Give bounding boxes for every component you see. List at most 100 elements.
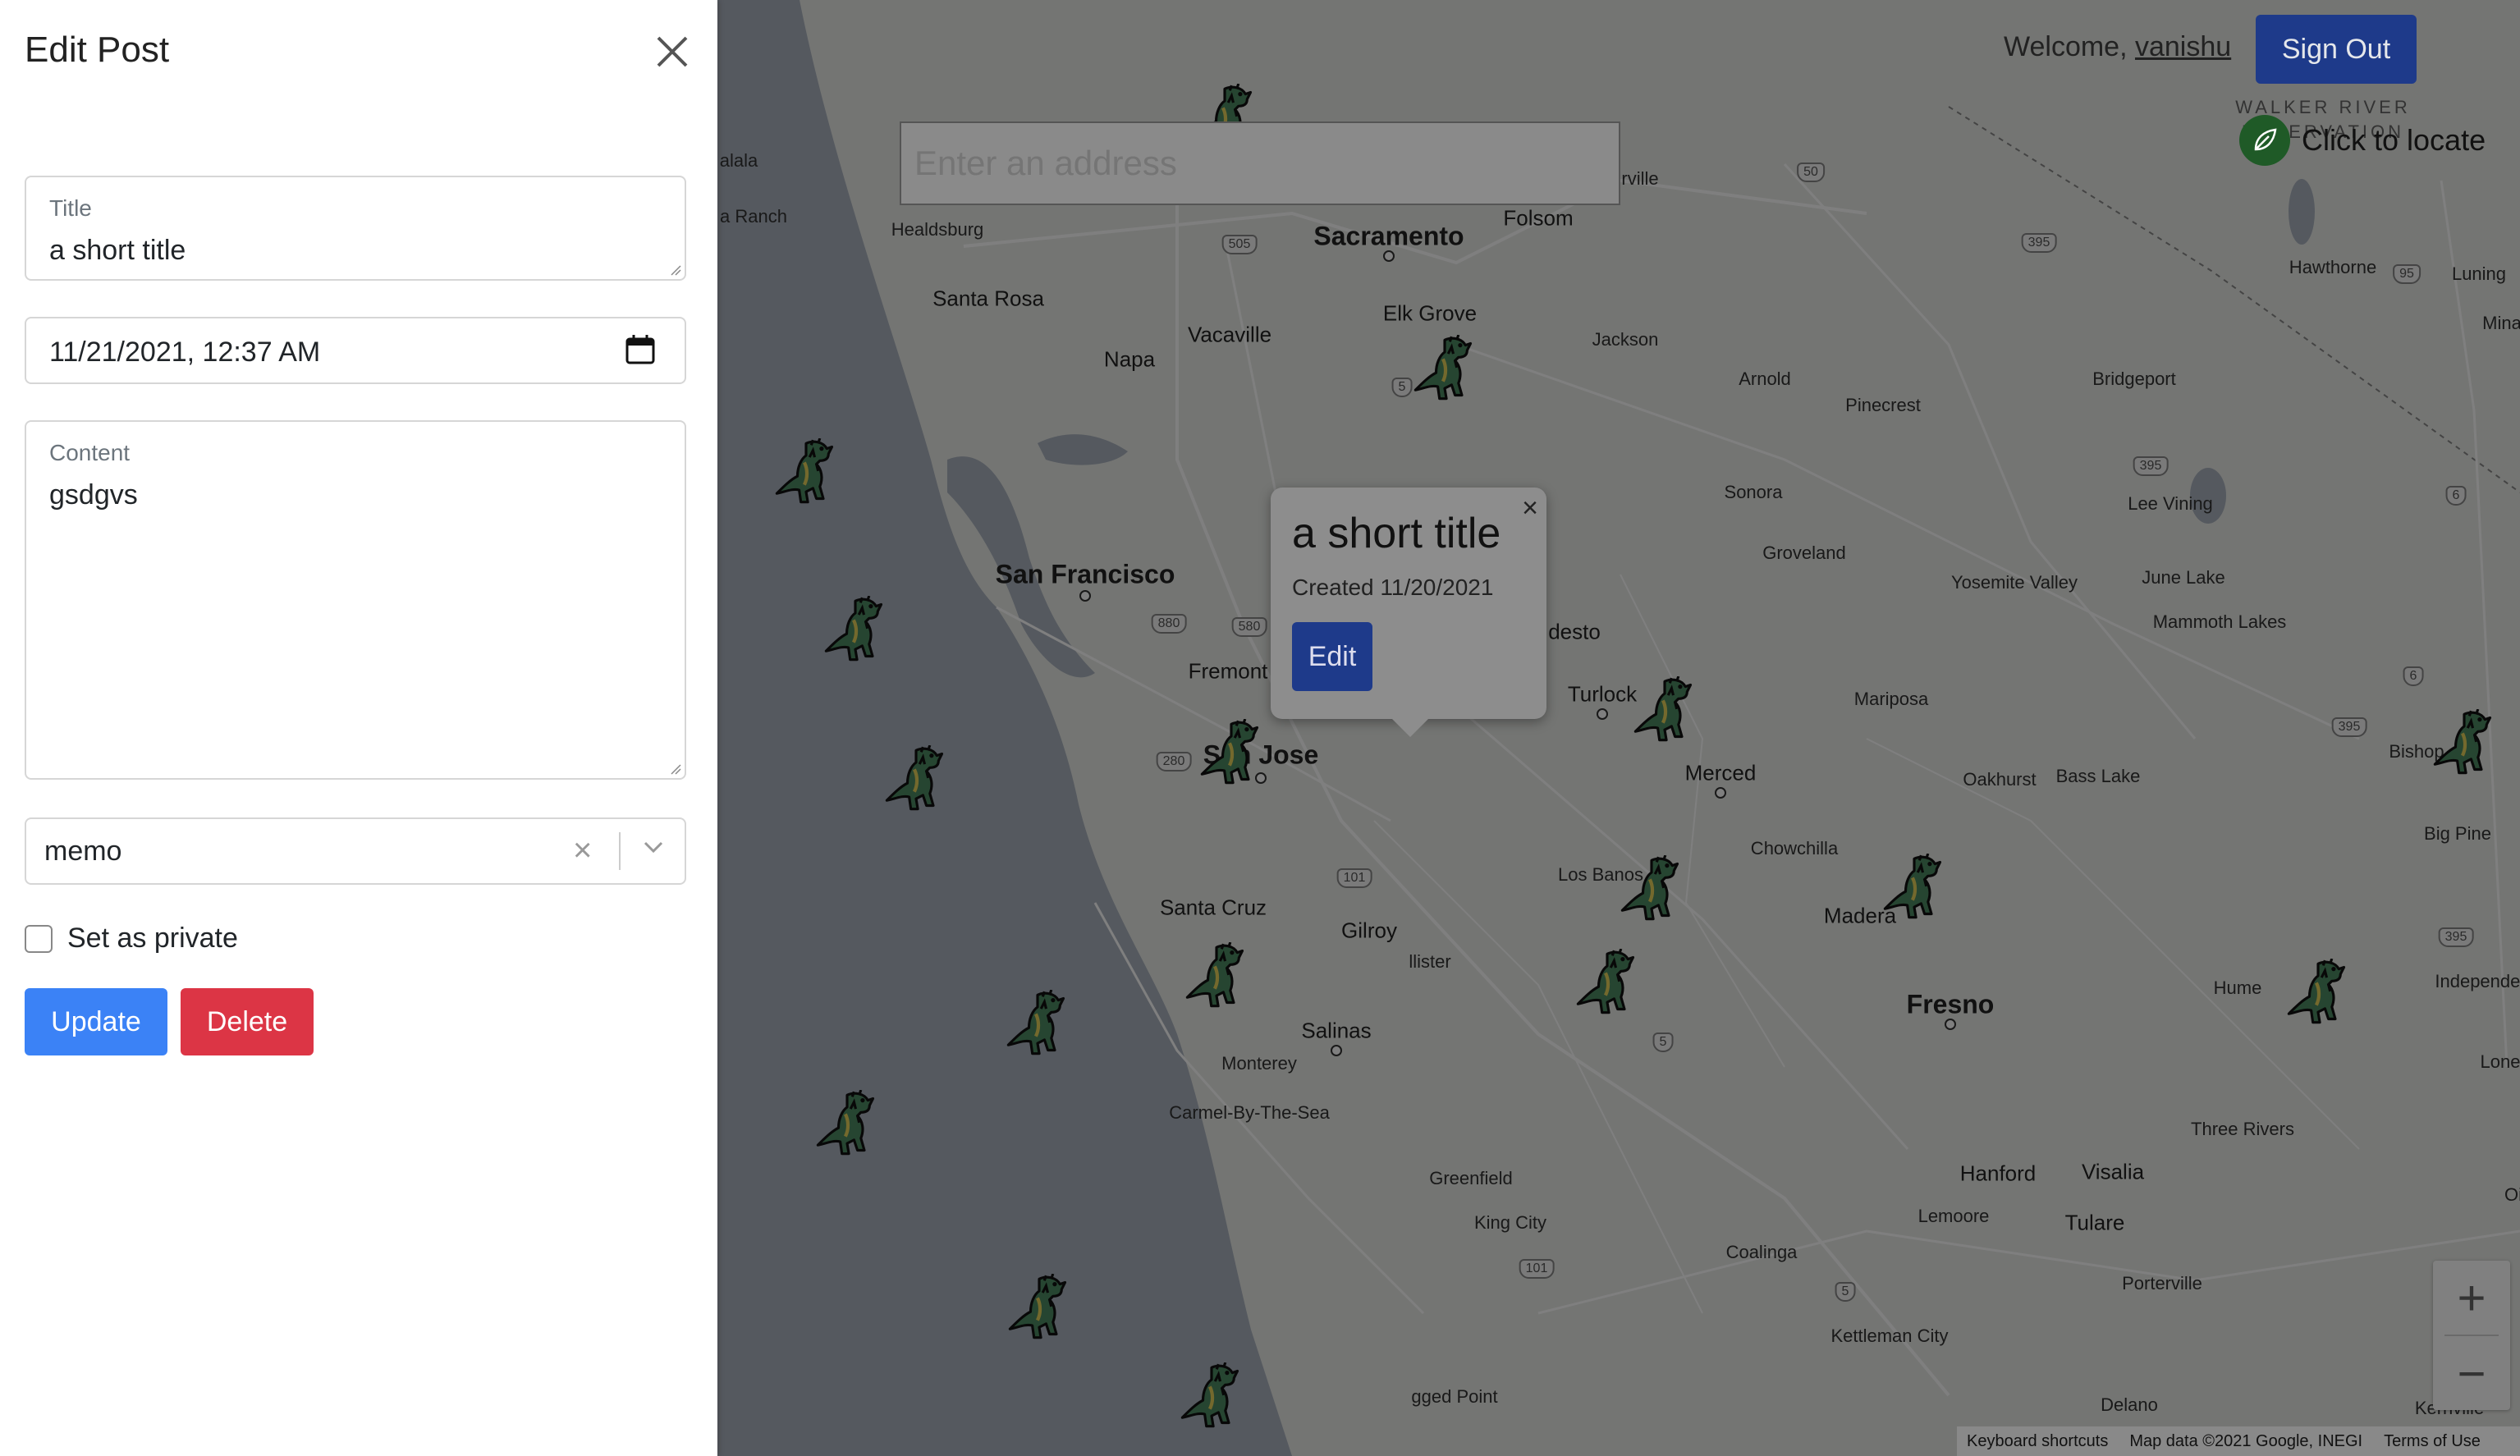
city-dot [1383,250,1395,262]
city-label: Kettleman City [1830,1326,1949,1346]
city-label: Yosemite Valley [1950,572,2078,593]
route-shield: 5 [1391,378,1413,397]
dino-marker[interactable] [772,438,841,507]
city-label: Lee Vining [2128,493,2213,514]
zoom-in-button[interactable]: + [2433,1261,2510,1335]
city-label: Santa Rosa [932,286,1044,311]
post-popup: × a short title Created 11/20/2021 Edit [1271,488,1546,737]
dino-marker[interactable] [1197,719,1266,788]
calendar-icon[interactable] [624,333,657,366]
resize-handle-icon[interactable] [670,264,681,276]
chevron-down-icon[interactable] [637,831,670,863]
locate-control[interactable]: Click to locate [2239,115,2486,166]
city-label: Elk Grove [1382,300,1478,326]
dino-marker[interactable] [1573,949,1642,1018]
city-dot [1331,1045,1342,1056]
dino-marker[interactable] [1177,1362,1246,1431]
city-label: Three Rivers [2191,1119,2294,1139]
update-button[interactable]: Update [25,988,167,1055]
city-label: Fresno [1906,989,1995,1019]
address-search-input[interactable] [900,121,1620,205]
city-label: Sonora [1724,482,1783,502]
city-label: Mammoth Lakes [2152,611,2287,632]
city-label: Pinecrest [1845,395,1921,415]
city-label: Visalia [2081,1159,2145,1184]
city-label: alala [719,150,758,171]
city-label: Mina [2482,313,2520,333]
city-dot [1945,1019,1956,1030]
route-shield: 580 [1231,617,1267,637]
dino-marker[interactable] [1617,855,1686,924]
city-label: Monterey [1221,1053,1297,1074]
zoom-control: + − [2433,1261,2510,1410]
popup-close-button[interactable]: × [1522,492,1538,524]
city-dot [1715,787,1726,799]
private-checkbox[interactable] [25,924,53,953]
city-label: a Ranch [720,206,787,227]
route-shield: 395 [2331,717,2367,737]
content-field[interactable]: Content gsdgvs [25,420,686,780]
city-label: Bridgeport [2092,369,2176,389]
dino-marker[interactable] [1630,676,1699,745]
zoom-out-button[interactable]: − [2433,1336,2510,1410]
city-label: Merced [1684,760,1757,785]
private-label: Set as private [67,923,238,954]
delete-button[interactable]: Delete [181,988,314,1055]
dino-marker[interactable] [882,745,951,814]
city-label: Chowchilla [1750,838,1839,858]
dino-marker[interactable] [1005,1274,1074,1343]
dino-marker[interactable] [1003,990,1072,1059]
keyboard-shortcuts-link[interactable]: Keyboard shortcuts [1967,1432,2108,1451]
resize-handle-icon[interactable] [670,763,681,775]
dino-marker[interactable] [821,596,890,665]
dino-marker[interactable] [1880,854,1949,923]
username-link[interactable]: vanishu [2135,31,2231,62]
city-label: Sacramento [1313,221,1464,251]
route-shield: 6 [2445,486,2467,506]
route-shield: 101 [1519,1259,1555,1279]
leaf-icon [2239,115,2290,166]
city-label: Delano [2101,1394,2158,1415]
route-shield: 280 [1156,752,1192,771]
popup-edit-button[interactable]: Edit [1292,622,1372,691]
dino-marker[interactable] [2284,959,2353,1028]
route-shield: 6 [2403,666,2424,686]
content-field-value[interactable]: gsdgvs [49,479,138,511]
route-shield: 395 [2438,927,2474,947]
city-label: rville [1621,168,1659,189]
content-field-label: Content [49,440,131,465]
select-divider [619,832,621,870]
city-label: Santa Cruz [1159,895,1267,920]
city-label: Lone [2480,1051,2520,1072]
city-label: Hume [2213,978,2262,998]
city-dot [1597,708,1608,720]
city-label: Groveland [1762,543,1846,563]
city-label: Lemoore [1917,1206,1990,1226]
dino-marker[interactable] [813,1090,882,1159]
city-label: San Francisco [995,559,1175,589]
tag-select[interactable]: memo × [25,817,686,885]
locate-label: Click to locate [2302,123,2486,157]
route-shield: 5 [1652,1032,1674,1052]
city-label: Fremont [1188,658,1268,684]
map-area[interactable]: Sacramento San Francisco San Jose Fresno… [717,0,2520,1456]
dino-marker[interactable] [2430,709,2499,778]
city-label: desto [1548,619,1601,644]
city-label: Folsom [1503,205,1574,231]
city-label: Healdsburg [891,219,984,240]
title-field-value[interactable]: a short title [49,235,186,267]
route-shield: 50 [1797,163,1825,182]
city-label: June Lake [2142,567,2225,588]
clear-icon[interactable]: × [573,832,592,869]
dino-marker[interactable] [1410,335,1479,404]
dino-marker[interactable] [1182,942,1251,1011]
map-footer: Keyboard shortcuts Map data ©2021 Google… [1957,1426,2520,1456]
route-shield: 5 [1835,1282,1856,1302]
close-icon[interactable] [653,33,691,71]
terms-link[interactable]: Terms of Use [2384,1432,2481,1451]
tag-select-value: memo [44,836,122,867]
title-field[interactable]: Title a short title [25,176,686,281]
date-field[interactable]: 11/21/2021, 12:37 AM [25,317,686,384]
sign-out-button[interactable]: Sign Out [2256,15,2417,84]
date-field-value[interactable]: 11/21/2021, 12:37 AM [49,337,320,369]
